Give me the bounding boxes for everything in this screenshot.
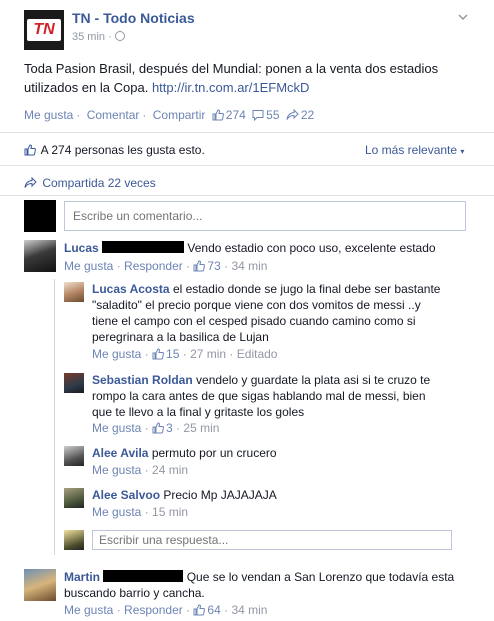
reply-input-field[interactable]	[93, 531, 451, 549]
sort-dropdown[interactable]: Lo más relevante ▾	[365, 143, 464, 157]
divider	[0, 195, 494, 196]
post-card: TN TN - Todo Noticias 35 min · Toda Pasi…	[0, 0, 494, 621]
comment-text: Lucas Vendo estadio con poco uso, excele…	[64, 241, 436, 255]
reply-text: Alee Avila permuto por un crucero	[92, 446, 277, 460]
avatar[interactable]	[64, 446, 84, 466]
reply-input[interactable]	[92, 530, 452, 550]
replies-thread-line	[54, 279, 55, 555]
divider	[0, 165, 494, 166]
page-name[interactable]: TN - Todo Noticias	[72, 10, 195, 26]
commenter-name[interactable]: Lucas	[64, 241, 99, 255]
post-link[interactable]: http://ir.tn.com.ar/1EFMckD	[152, 80, 310, 95]
thumbs-up-icon	[193, 260, 206, 275]
post-time[interactable]: 35 min ·	[72, 31, 125, 43]
tn-logo: TN	[27, 19, 61, 41]
like-count[interactable]: 3	[166, 421, 173, 435]
comment-input-field[interactable]	[65, 202, 465, 230]
comment-text: Martin Que se lo vendan a San Lorenzo qu…	[64, 570, 455, 600]
reply-text: Lucas Acosta el estadio donde se jugo la…	[92, 282, 441, 344]
thumbs-up-icon	[152, 348, 164, 363]
thumbs-up-icon	[212, 109, 224, 124]
reply-button[interactable]: Responder	[124, 259, 183, 273]
reply-time[interactable]: 25 min	[183, 421, 219, 435]
shares-summary[interactable]: Compartida 22 veces	[24, 176, 156, 192]
user-avatar	[64, 530, 84, 550]
replier-name[interactable]: Sebastian Roldan	[92, 373, 193, 387]
reply-meta: Me gusta · 3 · 25 min	[92, 421, 220, 437]
avatar[interactable]	[24, 240, 56, 272]
replier-name[interactable]: Lucas Acosta	[92, 282, 170, 296]
share-button[interactable]: Compartir	[153, 108, 206, 122]
comment-icon	[252, 109, 264, 124]
thumbs-up-icon	[24, 144, 36, 159]
reply-meta: Me gusta · 15 min	[92, 505, 189, 519]
comment-input[interactable]	[64, 201, 466, 231]
share-arrow-icon	[286, 108, 299, 124]
commenter-name[interactable]: Martin	[64, 570, 100, 584]
reply-button[interactable]: Responder	[124, 603, 183, 617]
comment-meta: Me gusta · Responder · 73 · 34 min	[64, 259, 268, 275]
avatar[interactable]	[64, 488, 84, 508]
comment-meta: Me gusta · Responder · 64 · 34 min	[64, 603, 268, 619]
comment-time[interactable]: 34 min	[231, 259, 267, 273]
avatar[interactable]	[24, 569, 56, 601]
reply-text: Sebastian Roldan vendelo y guardate la p…	[92, 373, 431, 419]
like-button[interactable]: Me gusta	[92, 347, 141, 361]
globe-icon	[114, 31, 125, 41]
like-count[interactable]: 274	[226, 108, 246, 122]
reply-time[interactable]: 27 min	[190, 347, 226, 361]
reply-meta: Me gusta · 24 min	[92, 463, 189, 477]
replier-name[interactable]: Alee Avila	[92, 446, 148, 460]
post-text: Toda Pasion Brasil, después del Mundial:…	[24, 61, 439, 95]
like-count[interactable]: 73	[207, 259, 220, 273]
comment-button[interactable]: Comentar	[87, 108, 140, 122]
thumbs-up-icon	[152, 422, 164, 437]
edited-label[interactable]: Editado	[237, 347, 278, 361]
comment-count[interactable]: 55	[266, 108, 279, 122]
reply-time[interactable]: 24 min	[152, 463, 188, 477]
chevron-down-icon[interactable]	[458, 12, 468, 22]
caret-down-icon: ▾	[460, 147, 465, 156]
redacted-block	[102, 241, 185, 253]
like-count[interactable]: 64	[207, 603, 220, 617]
avatar[interactable]	[64, 373, 84, 393]
redacted-block	[103, 570, 184, 582]
like-button[interactable]: Me gusta	[92, 505, 141, 519]
likes-summary[interactable]: A 274 personas les gusta esto.	[24, 143, 205, 159]
like-button[interactable]: Me gusta	[64, 259, 113, 273]
thumbs-up-icon	[193, 604, 206, 619]
user-avatar	[24, 200, 56, 232]
reply-meta: Me gusta · 15 · 27 min · Editado	[92, 347, 278, 363]
replier-name[interactable]: Alee Salvoo	[92, 488, 160, 502]
reply-time[interactable]: 15 min	[152, 505, 188, 519]
reply-text: Alee Salvoo Precio Mp JAJAJAJA	[92, 488, 277, 502]
page-avatar[interactable]: TN	[24, 10, 64, 50]
like-button[interactable]: Me gusta	[64, 603, 113, 617]
like-count[interactable]: 15	[166, 347, 179, 361]
share-count[interactable]: 22	[301, 108, 314, 122]
post-actions: Me gusta · Comentar · Compartir 274 55 22	[24, 108, 315, 124]
avatar[interactable]	[64, 282, 84, 302]
like-button[interactable]: Me gusta	[24, 108, 73, 122]
like-button[interactable]: Me gusta	[92, 463, 141, 477]
divider	[0, 132, 494, 133]
comment-time[interactable]: 34 min	[231, 603, 267, 617]
like-button[interactable]: Me gusta	[92, 421, 141, 435]
share-arrow-icon	[24, 176, 37, 192]
